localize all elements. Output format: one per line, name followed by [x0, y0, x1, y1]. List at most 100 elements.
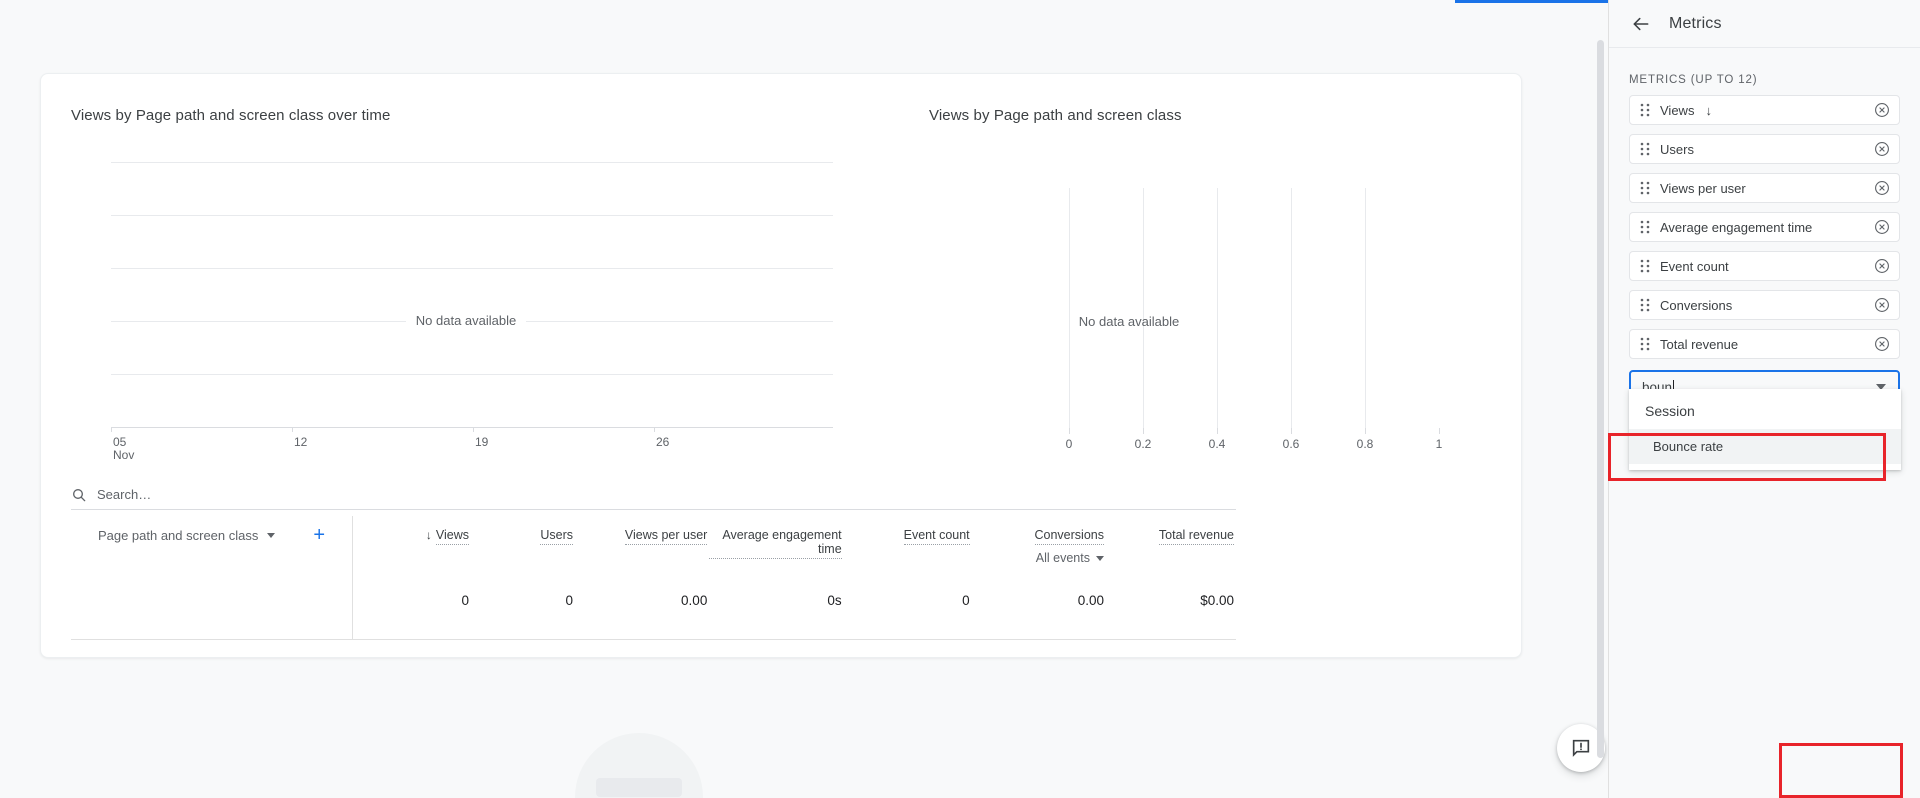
main-report-region: Views by Page path and screen class over… [0, 0, 1608, 798]
cell-average-engagement-time: 0s [827, 593, 842, 608]
metric-chip-event-count[interactable]: Event count [1629, 251, 1900, 281]
x-tick-mark [1069, 428, 1070, 434]
gridline [1143, 188, 1144, 433]
main-scrollbar[interactable] [1597, 40, 1604, 758]
remove-metric-icon[interactable] [1874, 336, 1890, 352]
column-header-conversions[interactable]: Conversions All events [972, 516, 1106, 565]
loading-placeholder [575, 733, 703, 798]
drag-handle-icon[interactable] [1640, 259, 1650, 273]
table-divider [71, 639, 1236, 640]
gridline [111, 162, 833, 163]
x-tick-mark [1365, 428, 1366, 434]
x-tick-label: 0.6 [1282, 437, 1300, 451]
table-header-row: Page path and screen class + ↓ Views User… [71, 516, 1236, 606]
metric-chip-views-per-user[interactable]: Views per user [1629, 173, 1900, 203]
column-header-total-revenue[interactable]: Total revenue [1106, 516, 1236, 565]
gridline [111, 268, 833, 269]
app-root: Views by Page path and screen class over… [0, 0, 1920, 798]
remove-metric-icon[interactable] [1874, 219, 1890, 235]
gridline [111, 215, 833, 216]
column-header-users[interactable]: Users [471, 516, 575, 565]
x-tick-mark [1143, 428, 1144, 434]
dimension-header-cell: Page path and screen class + [71, 516, 353, 606]
metric-label: Conversions [1660, 297, 1733, 313]
cell-views-per-user: 0.00 [681, 593, 708, 608]
metric-chip-average-engagement-time[interactable]: Average engagement time [1629, 212, 1900, 242]
drag-handle-icon[interactable] [1640, 103, 1650, 117]
x-tick-mark [473, 427, 474, 432]
gridline [1365, 188, 1366, 433]
column-header-label: Views [435, 528, 469, 545]
bar-chart-no-data-label: No data available [1078, 314, 1180, 329]
line-chart: No data available 05 Nov 12 19 26 [71, 136, 861, 462]
metric-label: Event count [1660, 258, 1729, 274]
report-card: Views by Page path and screen class over… [40, 73, 1522, 658]
cell-conversions: 0.00 [1077, 593, 1104, 608]
x-tick-label: 0.8 [1356, 437, 1374, 451]
back-arrow-icon[interactable] [1631, 14, 1651, 34]
x-tick-label: 05 Nov [113, 436, 134, 462]
table-search-row[interactable]: Search… [71, 480, 1236, 510]
remove-metric-icon[interactable] [1874, 141, 1890, 157]
column-header-views-per-user[interactable]: Views per user [575, 516, 709, 565]
conversions-event-filter-label: All events [1035, 551, 1090, 565]
panel-title: Metrics [1669, 14, 1722, 32]
metric-chip-conversions[interactable]: Conversions [1629, 290, 1900, 320]
drag-handle-icon[interactable] [1640, 181, 1650, 195]
drag-handle-icon[interactable] [1640, 220, 1650, 234]
placeholder-bar [596, 778, 682, 797]
remove-metric-icon[interactable] [1874, 258, 1890, 274]
x-tick-sublabel-text: Nov [113, 448, 135, 462]
x-tick-label: 26 [656, 435, 670, 449]
drag-handle-icon[interactable] [1640, 298, 1650, 312]
metric-suggestions-menu: Session Bounce rate [1629, 389, 1901, 470]
column-header-label: Average engagement time [709, 528, 842, 559]
metric-chip-views[interactable]: Views ↓ [1629, 95, 1900, 125]
metrics-panel: Metrics METRICS (UP TO 12) Views ↓ Users… [1608, 0, 1920, 798]
metric-label: Users [1660, 141, 1694, 157]
x-tick-label: 0.4 [1208, 437, 1226, 451]
x-tick-mark [111, 427, 112, 432]
remove-metric-icon[interactable] [1874, 102, 1890, 118]
sort-descending-icon[interactable]: ↓ [1705, 103, 1712, 118]
remove-metric-icon[interactable] [1874, 297, 1890, 313]
line-chart-no-data-label: No data available [406, 314, 526, 328]
metric-values: 0 0 0.00 0s 0 0.00 $0.00 [353, 581, 1236, 639]
metric-label: Total revenue [1660, 336, 1739, 352]
column-header-label: Users [540, 528, 573, 545]
metric-chip-users[interactable]: Users [1629, 134, 1900, 164]
add-dimension-button[interactable]: + [313, 525, 325, 545]
chevron-down-icon [267, 533, 276, 538]
panel-header: Metrics [1609, 0, 1920, 48]
x-tick-label: 0.2 [1134, 437, 1152, 451]
column-header-event-count[interactable]: Event count [844, 516, 972, 565]
search-input[interactable]: Search… [97, 487, 151, 502]
x-tick-mark [1217, 428, 1218, 434]
x-tick-label: 12 [294, 435, 308, 449]
column-header-average-engagement-time[interactable]: Average engagement time [709, 516, 843, 565]
bar-chart-title: Views by Page path and screen class [929, 107, 1182, 124]
x-tick-mark [1439, 428, 1440, 434]
cell-total-revenue: $0.00 [1200, 593, 1234, 608]
x-tick-label-text: 05 [113, 435, 127, 449]
feedback-icon [1572, 739, 1590, 757]
metric-chip-total-revenue[interactable]: Total revenue [1629, 329, 1900, 359]
suggestion-item-bounce-rate[interactable]: Bounce rate [1629, 429, 1901, 464]
panel-body: METRICS (UP TO 12) Views ↓ Users Views p… [1609, 74, 1920, 404]
metric-headers: ↓ Views Users Views per user Average enga… [353, 516, 1236, 565]
drag-handle-icon[interactable] [1640, 337, 1650, 351]
column-header-label: Total revenue [1158, 528, 1234, 545]
dimension-selector[interactable]: Page path and screen class [97, 528, 276, 543]
x-tick-mark [292, 427, 293, 432]
gridline [1291, 188, 1292, 433]
column-header-views[interactable]: ↓ Views [353, 516, 471, 565]
column-header-label: Event count [903, 528, 970, 545]
cell-views: 0 [461, 593, 469, 608]
drag-handle-icon[interactable] [1640, 142, 1650, 156]
bar-chart: No data available 0 0.2 0.4 0.6 0.8 1 [929, 136, 1489, 461]
conversions-event-filter[interactable]: All events [972, 551, 1104, 565]
dimension-label: Page path and screen class [97, 528, 259, 543]
sort-descending-icon: ↓ [425, 528, 432, 542]
x-tick-label: 1 [1435, 437, 1443, 451]
remove-metric-icon[interactable] [1874, 180, 1890, 196]
